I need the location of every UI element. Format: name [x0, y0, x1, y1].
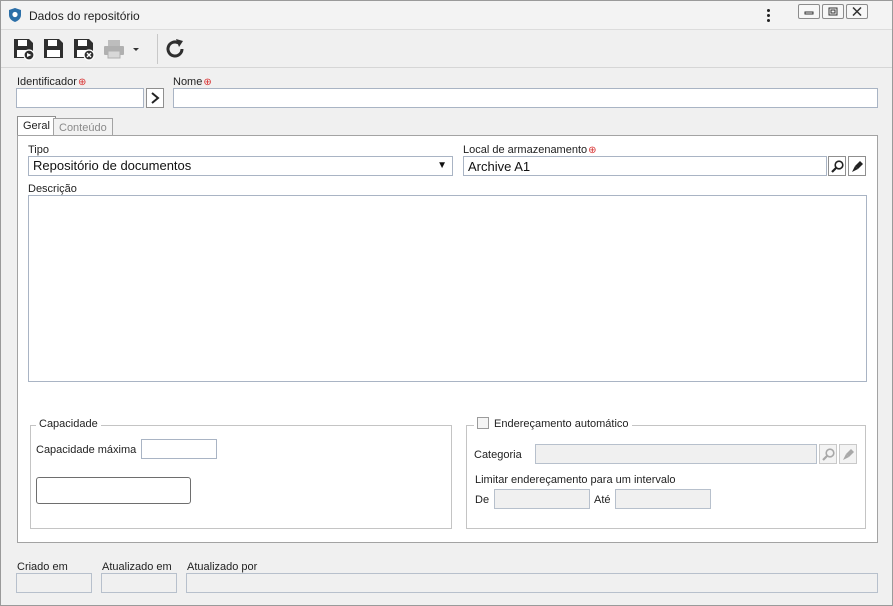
enderecamento-group: Endereçamento automático Categoria Limit… — [466, 417, 866, 529]
nome-label-text: Nome — [173, 76, 203, 88]
chevron-right-icon — [151, 92, 160, 104]
save-icon[interactable] — [42, 37, 66, 61]
tab-geral[interactable]: Geral — [17, 116, 56, 136]
tab-panel-geral: Tipo Repositório de documentos ▼ Local d… — [17, 135, 878, 543]
save-close-icon[interactable] — [72, 37, 96, 61]
categoria-clear-button[interactable] — [839, 444, 857, 464]
tipo-label: Tipo — [28, 144, 49, 156]
nome-label: Nome⊕ — [173, 76, 212, 88]
capacidade-legend: Capacidade — [36, 418, 101, 430]
maximize-icon — [828, 7, 838, 16]
tab-geral-label: Geral — [23, 120, 50, 132]
capacidade-group: Capacidade Capacidade máxima — [30, 418, 452, 529]
generate-id-button[interactable] — [146, 88, 164, 108]
de-input[interactable] — [494, 489, 590, 509]
local-label: Local de armazenamento⊕ — [463, 144, 597, 156]
ate-label: Até — [594, 494, 611, 506]
search-icon — [830, 159, 844, 173]
tipo-select[interactable]: Repositório de documentos ▼ — [28, 156, 453, 176]
limitar-label: Limitar endereçamento para um intervalo — [475, 474, 676, 486]
tipo-selected-value: Repositório de documentos — [33, 158, 192, 173]
app-shield-icon — [9, 8, 21, 22]
nome-input[interactable] — [173, 88, 878, 108]
toolbar-separator — [157, 34, 158, 64]
required-icon: ⊕ — [77, 77, 87, 88]
save-new-icon[interactable] — [12, 37, 36, 61]
identificador-label-text: Identificador — [17, 76, 77, 88]
eraser-icon — [842, 448, 854, 460]
criado-em-label: Criado em — [17, 561, 68, 573]
eraser-icon — [851, 160, 863, 172]
required-icon: ⊕ — [203, 77, 212, 88]
window-title: Dados do repositório — [29, 9, 140, 23]
enderecamento-legend-text: Endereçamento automático — [494, 418, 629, 430]
required-icon: ⊕ — [588, 145, 597, 156]
categoria-input[interactable] — [535, 444, 817, 464]
refresh-icon[interactable] — [163, 37, 187, 61]
dropdown-arrow-icon: ▼ — [437, 160, 447, 171]
local-search-button[interactable] — [828, 156, 846, 176]
ate-input[interactable] — [615, 489, 711, 509]
criado-em-input — [16, 573, 92, 593]
capacidade-maxima-label: Capacidade máxima — [36, 444, 137, 456]
search-icon — [821, 447, 835, 461]
close-icon — [852, 7, 862, 16]
atualizado-por-label: Atualizado por — [187, 561, 258, 573]
print-icon[interactable] — [102, 37, 126, 61]
repository-window: Dados do repositório Identificador⊕ Nome… — [0, 0, 893, 606]
enderecamento-checkbox[interactable] — [477, 417, 489, 429]
local-label-text: Local de armazenamento — [463, 144, 588, 156]
more-options-icon[interactable] — [763, 7, 773, 25]
capacidade-maxima-input[interactable] — [141, 439, 217, 459]
atualizado-por-input — [186, 573, 878, 593]
categoria-label: Categoria — [474, 449, 522, 461]
descricao-textarea[interactable] — [28, 195, 867, 382]
close-button[interactable] — [846, 4, 868, 19]
toolbar — [1, 31, 892, 68]
capacidade-gauge — [36, 477, 191, 504]
maximize-button[interactable] — [822, 4, 844, 19]
identificador-input[interactable] — [16, 88, 144, 108]
identificador-label: Identificador⊕ — [17, 76, 86, 88]
categoria-search-button[interactable] — [819, 444, 837, 464]
minimize-button[interactable] — [798, 4, 820, 19]
atualizado-em-input — [101, 573, 177, 593]
descricao-label: Descrição — [28, 183, 77, 195]
tab-conteudo-label: Conteúdo — [59, 122, 107, 134]
enderecamento-legend[interactable]: Endereçamento automático — [474, 417, 632, 430]
local-clear-button[interactable] — [848, 156, 866, 176]
atualizado-em-label: Atualizado em — [102, 561, 172, 573]
de-label: De — [475, 494, 490, 506]
local-input[interactable] — [463, 156, 827, 176]
title-bar: Dados do repositório — [1, 1, 892, 30]
print-dropdown-icon[interactable] — [132, 47, 140, 52]
minimize-icon — [804, 11, 814, 15]
